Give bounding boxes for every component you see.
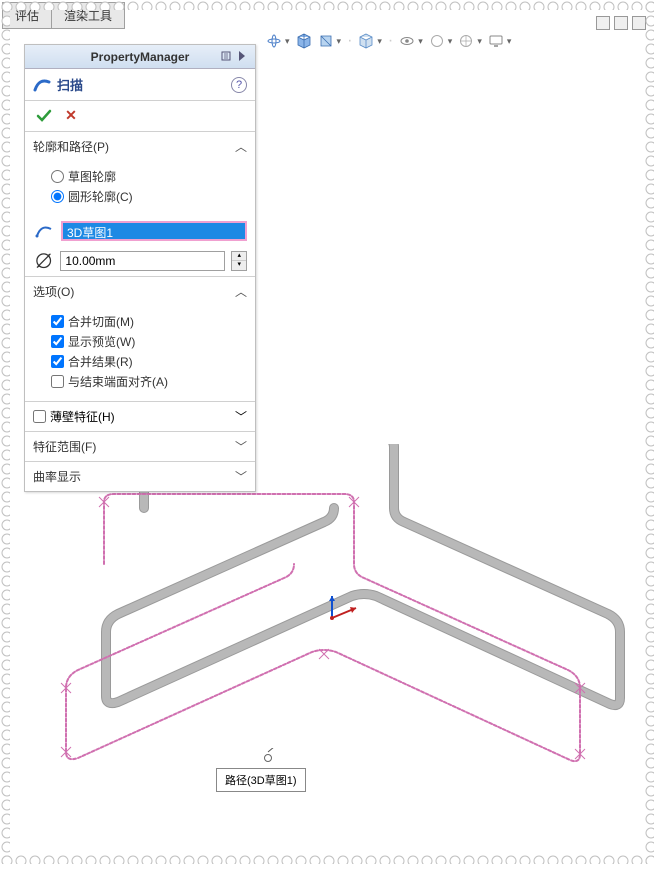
radio-sketch-profile[interactable]: 草图轮廓 (51, 168, 247, 185)
dropdown-icon[interactable]: ▾ (477, 36, 482, 47)
view-toolbar: ▾ ▾ · ▾ · ▾ ▾ ▾ ▾ (266, 32, 511, 50)
section-header-options[interactable]: 选项(O) ︿ (25, 277, 255, 306)
section-header-thin[interactable]: 薄壁特征(H) ﹀ (25, 402, 255, 431)
dropdown-icon[interactable]: ▾ (285, 36, 290, 47)
diameter-icon (33, 250, 54, 272)
check-align-end[interactable]: 与结束端面对齐(A) (51, 373, 247, 390)
cube-iso-icon[interactable] (358, 33, 374, 49)
close-panel-icon[interactable] (235, 49, 249, 63)
tab-evaluate[interactable]: 评估 (2, 2, 52, 29)
sweep-icon (33, 76, 51, 94)
feature-name: 扫描 (57, 75, 83, 94)
cube-shaded-icon[interactable] (296, 33, 312, 49)
section-view-icon[interactable] (318, 33, 334, 49)
chevron-up-icon: ︿ (235, 138, 247, 155)
path-selection-field[interactable]: 3D草图1 (61, 221, 247, 241)
dropdown-icon[interactable]: ▾ (448, 36, 453, 47)
section-thin: 薄壁特征(H) ﹀ (25, 402, 255, 432)
dropdown-icon[interactable]: ▾ (337, 36, 342, 47)
chevron-down-icon: ﹀ (235, 438, 247, 455)
section-scope: 特征范围(F) ﹀ (25, 432, 255, 462)
appearance-icon[interactable] (429, 33, 445, 49)
dropdown-icon[interactable]: ▾ (377, 36, 382, 47)
viewport-btn-3[interactable] (632, 16, 646, 30)
path-callout: 路径(3D草图1) (216, 754, 306, 792)
chevron-down-icon: ﹀ (235, 468, 247, 485)
section-header-curvature[interactable]: 曲率显示 ﹀ (25, 462, 255, 491)
tab-render-tools[interactable]: 渲染工具 (52, 2, 125, 29)
section-options: 选项(O) ︿ 合并切面(M) 显示预览(W) 合并结果(R) 与结束端面对齐(… (25, 277, 255, 402)
radio-circle-profile[interactable]: 圆形轮廓(C) (51, 188, 247, 205)
top-tabs: 评估 渲染工具 (2, 2, 125, 29)
eye-icon[interactable] (399, 33, 415, 49)
chevron-down-icon: ﹀ (235, 408, 247, 425)
pm-header: PropertyManager (25, 45, 255, 69)
diameter-input[interactable] (60, 251, 225, 271)
section-curvature: 曲率显示 ﹀ (25, 462, 255, 491)
path-selection-icon[interactable] (33, 220, 55, 242)
confirm-row: ✕ (25, 101, 255, 132)
check-merge-tangent[interactable]: 合并切面(M) (51, 313, 247, 330)
section-header-scope[interactable]: 特征范围(F) ﹀ (25, 432, 255, 461)
dropdown-icon[interactable]: ▾ (418, 36, 423, 47)
ok-button[interactable] (35, 107, 53, 125)
diameter-spinner[interactable]: ▴▾ (231, 251, 247, 271)
viewport-btn-1[interactable] (596, 16, 610, 30)
chevron-up-icon: ︿ (235, 283, 247, 300)
section-profile-path: 轮廓和路径(P) ︿ 草图轮廓 圆形轮廓(C) 3D草图1 ▴▾ (25, 132, 255, 277)
cancel-button[interactable]: ✕ (63, 107, 79, 123)
scene-icon[interactable] (458, 33, 474, 49)
orbit-icon[interactable] (266, 33, 282, 49)
viewport-controls (596, 16, 646, 30)
dropdown-icon[interactable]: ▾ (507, 36, 512, 47)
pin-icon[interactable] (219, 49, 233, 63)
property-manager-panel: PropertyManager 扫描 ? ✕ 轮廓和路径(P) ︿ (24, 44, 256, 492)
pm-title: PropertyManager (91, 50, 190, 64)
viewport-btn-2[interactable] (614, 16, 628, 30)
help-button[interactable]: ? (231, 77, 247, 93)
check-merge-result[interactable]: 合并结果(R) (51, 353, 247, 370)
feature-header: 扫描 ? (25, 69, 255, 101)
check-show-preview[interactable]: 显示预览(W) (51, 333, 247, 350)
callout-label: 路径(3D草图1) (216, 768, 306, 792)
display-icon[interactable] (488, 33, 504, 49)
section-header-profile-path[interactable]: 轮廓和路径(P) ︿ (25, 132, 255, 161)
